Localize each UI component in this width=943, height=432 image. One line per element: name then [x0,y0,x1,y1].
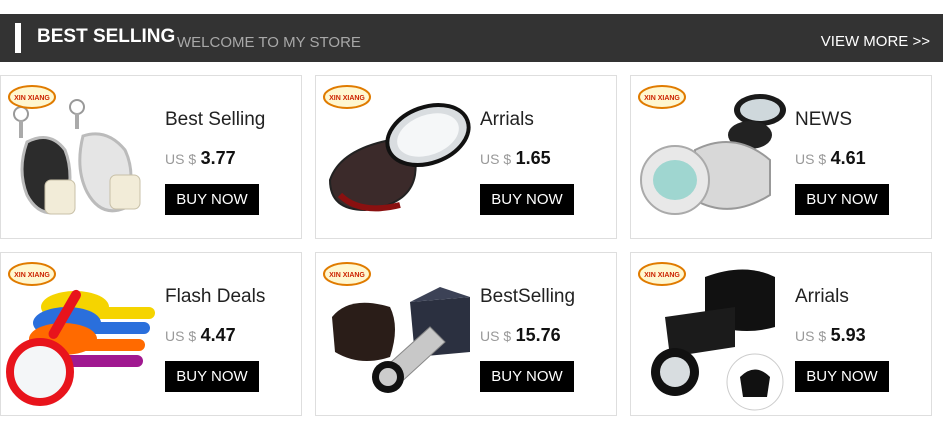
view-more-link[interactable]: VIEW MORE >> [821,33,930,50]
price-value: 1.65 [515,148,551,168]
product-name[interactable]: BestSelling [480,286,575,308]
product-price: US $ 3.77 [165,148,236,169]
price-value: 4.47 [200,325,236,345]
buy-now-button[interactable]: BUY NOW [795,361,889,392]
buy-now-button[interactable]: BUY NOW [480,361,574,392]
brand-logo: XIN XIANG [638,85,686,109]
product-price: US $ 1.65 [480,148,551,169]
brand-logo: XIN XIANG [8,85,56,109]
product-name[interactable]: Arrials [795,286,849,308]
brand-logo: XIN XIANG [323,262,371,286]
brand-logo: XIN XIANG [638,262,686,286]
price-value: 4.61 [830,148,866,168]
buy-now-button[interactable]: BUY NOW [480,184,574,215]
price-currency: US $ [165,151,197,167]
price-value: 3.77 [200,148,236,168]
price-currency: US $ [480,328,512,344]
product-card[interactable]: XIN XIANG Best Selling US $ 3.77 BUY NOW [0,75,302,239]
product-card[interactable]: XIN XIANG NEWS US $ 4.61 BUY NOW [630,75,932,239]
brand-logo: XIN XIANG [323,85,371,109]
section-header: BEST SELLING WELCOME TO MY STORE VIEW MO… [0,14,943,62]
price-currency: US $ [165,328,197,344]
svg-text:XIN XIANG: XIN XIANG [329,272,365,279]
svg-text:XIN XIANG: XIN XIANG [14,272,50,279]
product-price: US $ 5.93 [795,325,866,346]
product-card[interactable]: XIN XIANG Flash Deals US $ 4.47 BUY NOW [0,252,302,416]
buy-now-button[interactable]: BUY NOW [795,184,889,215]
product-card[interactable]: XIN XIANG Arrials US $ 1.65 BUY NOW [315,75,617,239]
price-value: 5.93 [830,325,866,345]
svg-text:XIN XIANG: XIN XIANG [644,272,680,279]
price-currency: US $ [795,328,827,344]
svg-text:XIN XIANG: XIN XIANG [329,95,365,102]
section-title: BEST SELLING [37,26,176,47]
product-card[interactable]: XIN XIANG BestSelling US $ 15.76 BUY NOW [315,252,617,416]
product-name[interactable]: Best Selling [165,109,265,131]
buy-now-button[interactable]: BUY NOW [165,361,259,392]
header-accent-bar [15,23,21,53]
product-price: US $ 4.61 [795,148,866,169]
buy-now-button[interactable]: BUY NOW [165,184,259,215]
product-card[interactable]: XIN XIANG Arrials US $ 5.93 BUY NOW [630,252,932,416]
svg-text:XIN XIANG: XIN XIANG [14,95,50,102]
svg-text:XIN XIANG: XIN XIANG [644,95,680,102]
product-name[interactable]: Flash Deals [165,286,265,308]
price-currency: US $ [795,151,827,167]
welcome-text: WELCOME TO MY STORE [177,34,361,51]
product-price: US $ 4.47 [165,325,236,346]
product-name[interactable]: Arrials [480,109,534,131]
price-value: 15.76 [515,325,561,345]
price-currency: US $ [480,151,512,167]
product-price: US $ 15.76 [480,325,561,346]
product-name[interactable]: NEWS [795,109,852,131]
brand-logo: XIN XIANG [8,262,56,286]
